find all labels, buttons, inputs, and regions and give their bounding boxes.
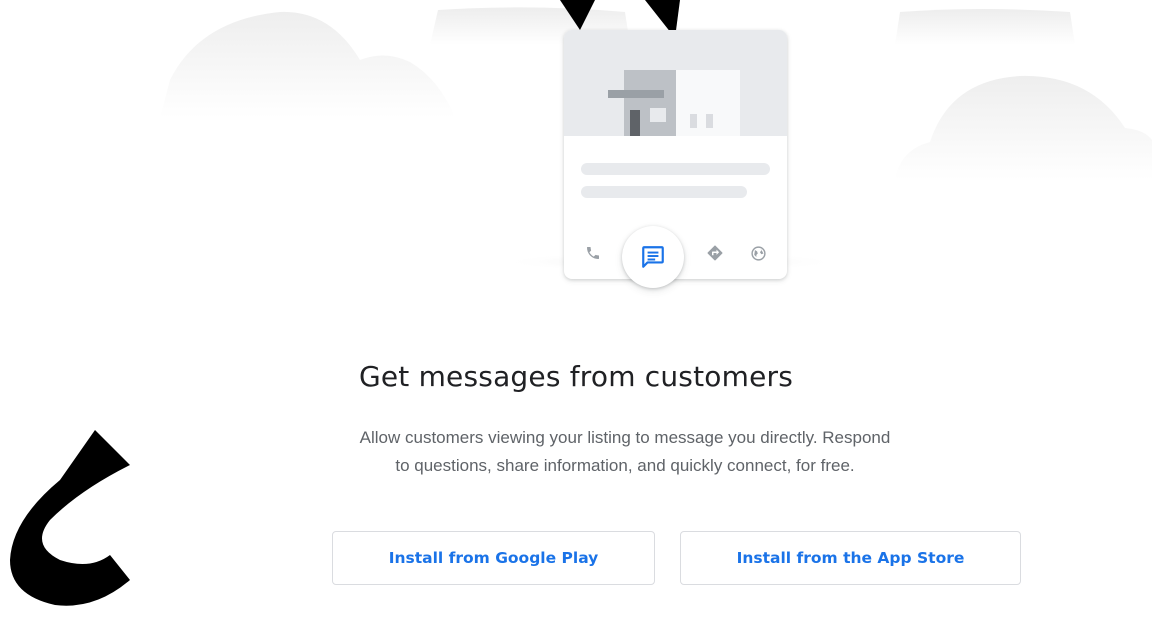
storefront-image <box>564 30 787 136</box>
description-line-1: Allow customers viewing your listing to … <box>359 428 891 447</box>
message-icon <box>642 246 664 268</box>
install-app-store-button[interactable]: Install from the App Store <box>680 531 1021 585</box>
cloud-top-right-decoration <box>895 9 1075 45</box>
placeholder-line-1 <box>581 163 770 175</box>
directions-icon <box>704 242 726 264</box>
storefront-icon <box>608 70 740 136</box>
cloud-right-decoration <box>895 75 1152 180</box>
page-description: Allow customers viewing your listing to … <box>300 424 950 480</box>
placeholder-line-2 <box>581 186 747 198</box>
install-google-play-button[interactable]: Install from Google Play <box>332 531 655 585</box>
globe-icon <box>747 242 769 264</box>
description-line-2: to questions, share information, and qui… <box>395 456 855 475</box>
phone-icon <box>582 242 604 264</box>
logo-watermark <box>10 430 130 606</box>
page-title: Get messages from customers <box>358 360 794 393</box>
page: Get messages from customers Allow custom… <box>0 0 1152 625</box>
listing-illustration <box>500 30 840 290</box>
cloud-left-decoration <box>160 11 455 118</box>
message-button-illustration <box>622 226 684 288</box>
